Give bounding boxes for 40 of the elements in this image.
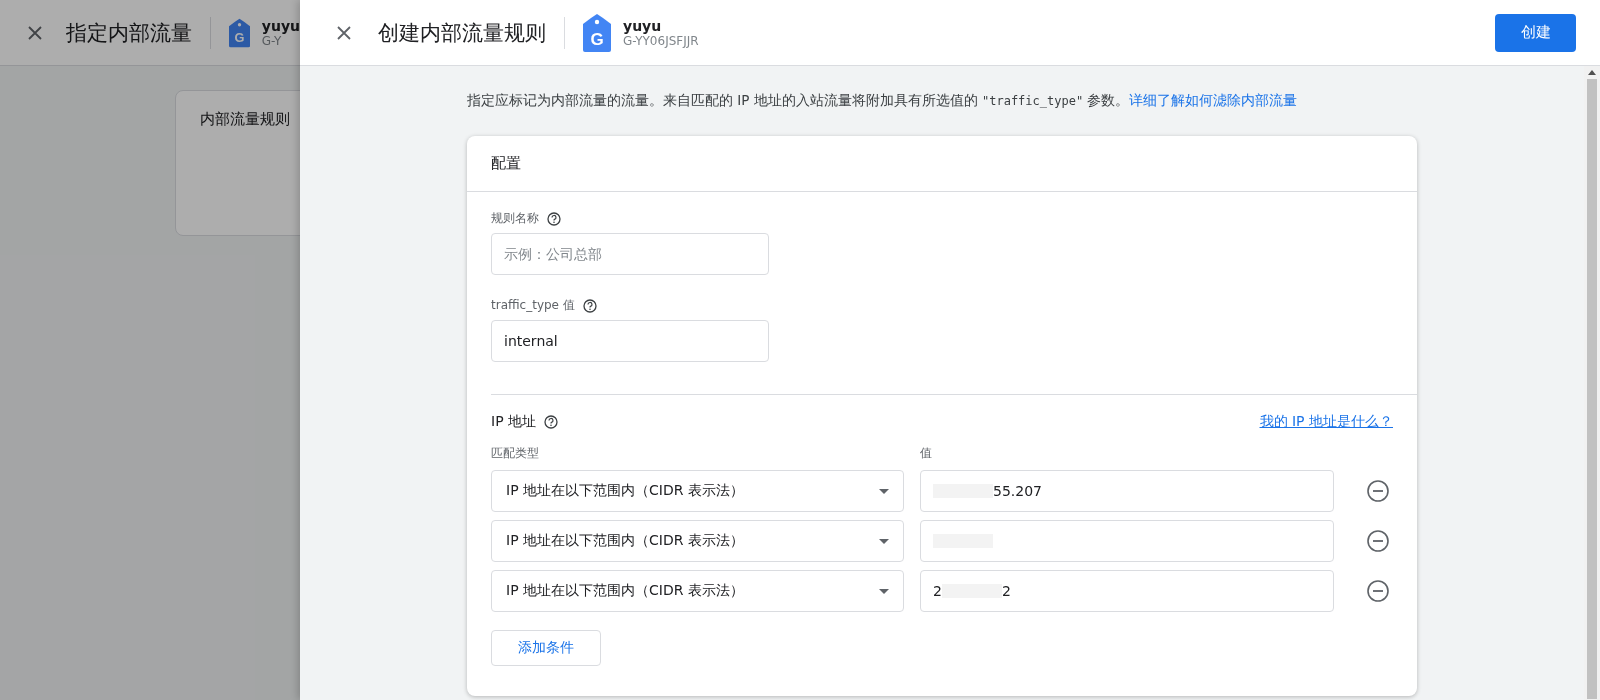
property-id: G-YY06JSFJJR [623, 33, 699, 48]
match-type-dropdown[interactable]: IP 地址在以下范围内（CIDR 表示法） [491, 470, 904, 512]
input-field[interactable]: internal [491, 320, 769, 362]
my-ip-link[interactable]: 我的 IP 地址是什么？ [1259, 413, 1393, 431]
drawer-title: 创建内部流量规则 [378, 19, 546, 47]
remove-button[interactable] [1366, 529, 1390, 553]
remove-button[interactable] [1366, 479, 1390, 503]
page-title: 指定内部流量 [66, 19, 193, 47]
caret-icon [879, 538, 889, 544]
description-text: 指定应标记为内部流量的流量。来自匹配的 IP 地址的入站流量将附加具有所选值的 "traffic_type" 参数。详细了解如何滤除内部流量 [467, 92, 1299, 110]
match-type-dropdown[interactable]: IP 地址在以下范围内（CIDR 表示法） [491, 570, 904, 612]
caret-icon [879, 488, 889, 494]
property-name: yuyu [261, 17, 300, 34]
input-field[interactable]: 2 2 [920, 570, 1334, 612]
property-id: G-Y [261, 33, 282, 48]
scrollbar[interactable] [1584, 66, 1600, 700]
tag-logo-icon: G [583, 13, 611, 52]
column-label: 值 [920, 445, 933, 462]
input-field[interactable]: 示例：公司总部 [491, 233, 769, 275]
field-label: 规则名称 [491, 210, 539, 227]
add-condition-button[interactable]: 添加条件 [491, 630, 601, 666]
help-icon[interactable] [547, 211, 561, 226]
remove-button[interactable] [1366, 579, 1390, 603]
field-label: traffic_type 值 [491, 297, 575, 314]
learn-more-link[interactable]: 详细了解如何滤除内部流量 [1129, 92, 1298, 108]
create-button[interactable]: 创建 [1495, 13, 1576, 52]
card-title: 配置 [467, 136, 1417, 192]
input-field[interactable] [920, 520, 1334, 562]
input-field[interactable]: 55.207 [920, 470, 1334, 512]
card-title: 内部流量规则 [200, 110, 290, 128]
help-icon[interactable] [544, 415, 559, 429]
close-icon [336, 24, 352, 41]
caret-icon [879, 588, 889, 594]
scroll-up-icon[interactable] [1588, 70, 1596, 75]
property-name: yuyu [623, 17, 663, 34]
close-icon [27, 24, 43, 41]
help-icon[interactable] [582, 298, 597, 313]
section-title: IP 地址 [491, 413, 537, 431]
match-type-dropdown[interactable]: IP 地址在以下范围内（CIDR 表示法） [491, 520, 904, 562]
column-label: 匹配类型 [491, 445, 540, 462]
